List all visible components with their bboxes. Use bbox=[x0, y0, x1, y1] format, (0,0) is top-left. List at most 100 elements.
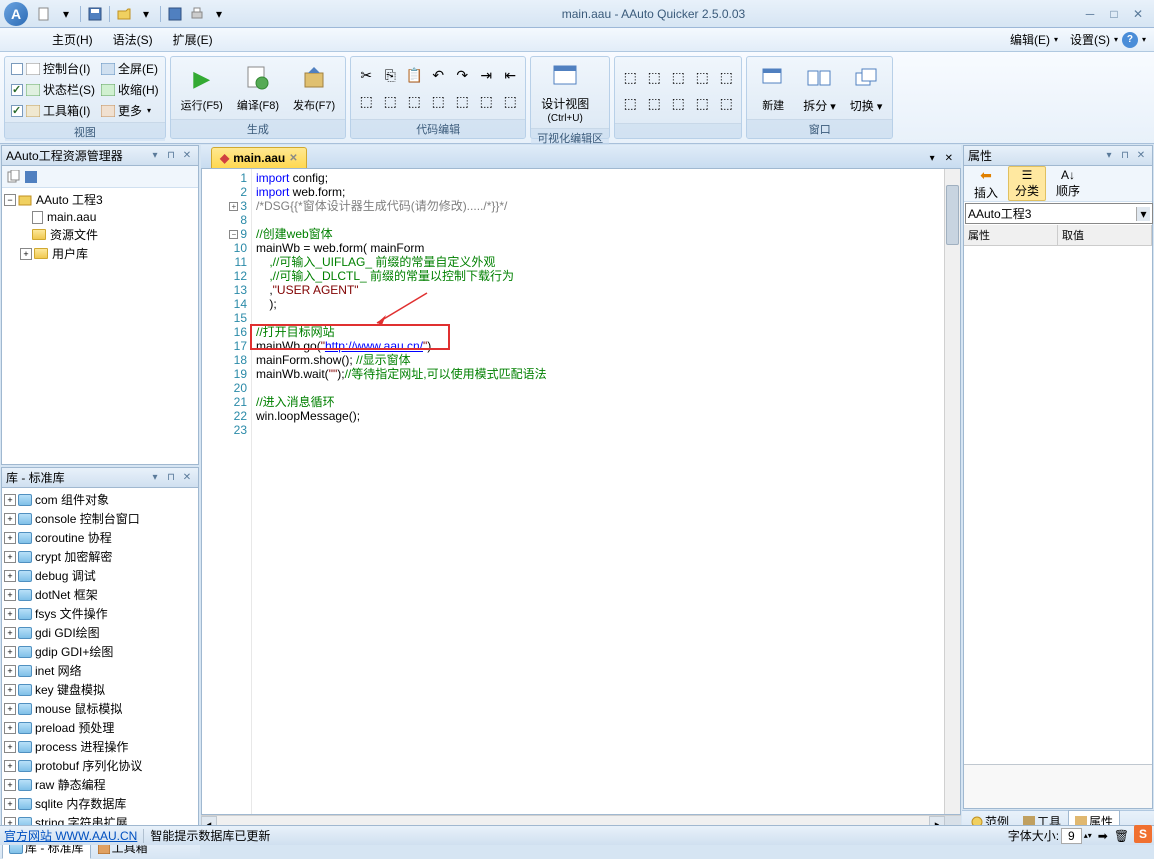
stdlib-item[interactable]: +gdi GDI绘图 bbox=[4, 623, 196, 642]
dropdown-icon[interactable]: ▾ bbox=[1102, 149, 1116, 163]
save-icon[interactable] bbox=[85, 4, 105, 24]
indent-icon[interactable]: ⇥ bbox=[475, 64, 497, 86]
outdent-icon[interactable]: ⇤ bbox=[499, 64, 521, 86]
dropdown-icon[interactable]: ▾ bbox=[56, 4, 76, 24]
maximize-button[interactable]: □ bbox=[1102, 5, 1126, 23]
align-icon[interactable]: ⬚ bbox=[643, 92, 665, 114]
view-more[interactable]: 更多▾ bbox=[99, 101, 161, 120]
props-grid-body[interactable] bbox=[964, 246, 1152, 764]
dropdown-icon[interactable]: ▾ bbox=[148, 149, 162, 163]
stdlib-item[interactable]: +console 控制台窗口 bbox=[4, 509, 196, 528]
edit-icon[interactable]: ⬚ bbox=[499, 90, 521, 112]
new-window-button[interactable]: 新建 bbox=[751, 61, 795, 115]
stdlib-item[interactable]: +fsys 文件操作 bbox=[4, 604, 196, 623]
align-icon[interactable]: ⬚ bbox=[667, 66, 689, 88]
tree-folder[interactable]: 资源文件 bbox=[4, 225, 196, 244]
minimize-button[interactable]: ─ bbox=[1078, 5, 1102, 23]
stdlib-item[interactable]: +process 进程操作 bbox=[4, 737, 196, 756]
dropdown-icon[interactable]: ▾ bbox=[926, 151, 939, 166]
edit-icon[interactable]: ⬚ bbox=[403, 90, 425, 112]
status-icon[interactable]: ➡ bbox=[1098, 829, 1108, 843]
align-icon[interactable]: ⬚ bbox=[619, 66, 641, 88]
dropdown-icon[interactable]: ▾ bbox=[148, 471, 162, 485]
compile-button[interactable]: 编译(F8) bbox=[231, 61, 285, 115]
stdlib-item[interactable]: +preload 预处理 bbox=[4, 718, 196, 737]
pin-icon[interactable]: ⊓ bbox=[1118, 149, 1132, 163]
dropdown-icon[interactable]: ▾ bbox=[136, 4, 156, 24]
align-icon[interactable]: ⬚ bbox=[715, 92, 737, 114]
align-icon[interactable]: ⬚ bbox=[691, 66, 713, 88]
open-icon[interactable] bbox=[114, 4, 134, 24]
cut-icon[interactable]: ✂ bbox=[355, 64, 377, 86]
stdlib-item[interactable]: +sqlite 内存数据库 bbox=[4, 794, 196, 813]
menu-settings[interactable]: 设置(S) bbox=[1070, 31, 1110, 48]
edit-icon[interactable]: ⬚ bbox=[355, 90, 377, 112]
tree-folder[interactable]: +用户库 bbox=[4, 244, 196, 263]
split-window-button[interactable]: 拆分 ▾ bbox=[797, 61, 842, 116]
align-icon[interactable]: ⬚ bbox=[619, 92, 641, 114]
align-icon[interactable]: ⬚ bbox=[667, 92, 689, 114]
stdlib-item[interactable]: +mouse 鼠标模拟 bbox=[4, 699, 196, 718]
dropdown-icon[interactable]: ▾ bbox=[209, 4, 229, 24]
stdlib-item[interactable]: +key 键盘模拟 bbox=[4, 680, 196, 699]
menu-home[interactable]: 主页(H) bbox=[42, 28, 103, 51]
menu-edit[interactable]: 编辑(E) bbox=[1010, 31, 1050, 48]
notification-badge-icon[interactable]: S bbox=[1134, 825, 1152, 843]
pin-icon[interactable]: ⊓ bbox=[164, 149, 178, 163]
edit-icon[interactable]: ⬚ bbox=[451, 90, 473, 112]
new-file-icon[interactable] bbox=[34, 4, 54, 24]
close-button[interactable]: ✕ bbox=[1126, 5, 1150, 23]
tree-file[interactable]: main.aau bbox=[4, 209, 196, 225]
stdlib-item[interactable]: +raw 静态编程 bbox=[4, 775, 196, 794]
view-toolbox[interactable]: 工具箱(I) bbox=[9, 101, 97, 120]
align-icon[interactable]: ⬚ bbox=[643, 66, 665, 88]
run-button[interactable]: ▶运行(F5) bbox=[175, 61, 229, 115]
edit-icon[interactable]: ⬚ bbox=[379, 90, 401, 112]
stdlib-item[interactable]: +inet 网络 bbox=[4, 661, 196, 680]
save-icon[interactable] bbox=[24, 170, 38, 184]
stdlib-item[interactable]: +debug 调试 bbox=[4, 566, 196, 585]
save-disk-icon[interactable] bbox=[165, 4, 185, 24]
view-collapse[interactable]: 收缩(H) bbox=[99, 80, 161, 99]
close-icon[interactable]: ✕ bbox=[1134, 149, 1148, 163]
align-icon[interactable]: ⬚ bbox=[691, 92, 713, 114]
tree-root[interactable]: −AAuto 工程3 bbox=[4, 190, 196, 209]
stdlib-item[interactable]: +dotNet 框架 bbox=[4, 585, 196, 604]
tab-close-icon[interactable]: ✕ bbox=[289, 153, 297, 164]
copy-icon[interactable]: ⎘ bbox=[379, 64, 401, 86]
pin-icon[interactable]: ⊓ bbox=[164, 471, 178, 485]
print-icon[interactable] bbox=[187, 4, 207, 24]
stdlib-item[interactable]: +protobuf 序列化协议 bbox=[4, 756, 196, 775]
editor-tab-active[interactable]: ◆ main.aau ✕ bbox=[211, 147, 307, 168]
align-icon[interactable]: ⬚ bbox=[715, 66, 737, 88]
menu-ext[interactable]: 扩展(E) bbox=[163, 28, 223, 51]
vertical-scrollbar[interactable] bbox=[944, 169, 960, 814]
code-area[interactable]: import config; import web.form; /*DSG{{*… bbox=[252, 169, 944, 814]
status-icon[interactable]: 🗑 bbox=[1114, 829, 1129, 843]
design-view-button[interactable]: 设计视图(Ctrl+U) bbox=[535, 59, 595, 126]
publish-button[interactable]: 发布(F7) bbox=[287, 61, 341, 115]
help-icon[interactable]: ? bbox=[1122, 32, 1138, 48]
view-fullscreen[interactable]: 全屏(E) bbox=[99, 59, 161, 78]
status-fontsize-value[interactable]: 9 bbox=[1061, 828, 1082, 844]
props-sort-button[interactable]: A↓顺序 bbox=[1050, 167, 1086, 200]
stdlib-item[interactable]: +crypt 加密解密 bbox=[4, 547, 196, 566]
view-console[interactable]: 控制台(I) bbox=[9, 59, 97, 78]
edit-icon[interactable]: ⬚ bbox=[427, 90, 449, 112]
stdlib-item[interactable]: +coroutine 协程 bbox=[4, 528, 196, 547]
menu-syntax[interactable]: 语法(S) bbox=[103, 28, 163, 51]
status-website-link[interactable]: 官方网站 WWW.AAU.CN bbox=[4, 827, 137, 844]
stdlib-item[interactable]: +com 组件对象 bbox=[4, 490, 196, 509]
close-icon[interactable]: ✕ bbox=[180, 471, 194, 485]
copy-icon[interactable] bbox=[6, 170, 20, 184]
props-insert-button[interactable]: ⬅插入 bbox=[968, 166, 1004, 202]
stdlib-item[interactable]: +gdip GDI+绘图 bbox=[4, 642, 196, 661]
close-icon[interactable]: ✕ bbox=[941, 151, 957, 166]
redo-icon[interactable]: ↷ bbox=[451, 64, 473, 86]
paste-icon[interactable]: 📋 bbox=[403, 64, 425, 86]
view-status[interactable]: 状态栏(S) bbox=[9, 80, 97, 99]
props-category-button[interactable]: ☰分类 bbox=[1008, 166, 1046, 201]
edit-icon[interactable]: ⬚ bbox=[475, 90, 497, 112]
undo-icon[interactable]: ↶ bbox=[427, 64, 449, 86]
switch-window-button[interactable]: 切换 ▾ bbox=[844, 61, 889, 116]
